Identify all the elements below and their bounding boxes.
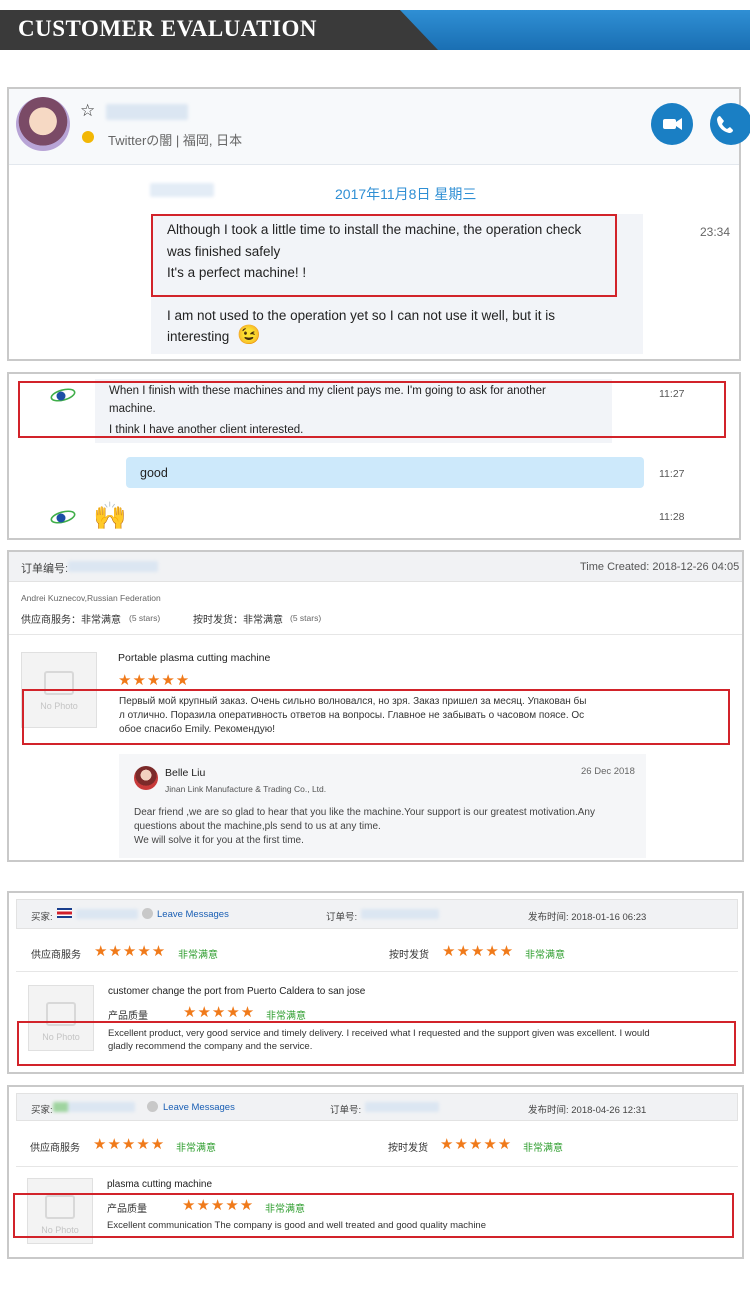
published-time: 发布时间: 2018-04-26 12:31 — [528, 1105, 647, 1116]
message-line: Although I took a little time to install… — [167, 222, 582, 237]
page-title: CUSTOMER EVALUATION — [18, 16, 317, 41]
review-comment-line: Первый мой крупный заказ. Очень сильно в… — [119, 696, 587, 707]
message-line: I am not used to the operation yet so I … — [167, 308, 555, 323]
delivery-star-count: (5 stars) — [290, 613, 322, 623]
message-time: 11:28 — [659, 511, 685, 523]
status-dot-icon — [82, 131, 94, 143]
message-line: When I finish with these machines and my… — [109, 385, 546, 397]
buyer-label: 买家: — [31, 912, 53, 923]
star-icon[interactable]: ☆ — [80, 101, 95, 121]
divider — [16, 971, 738, 972]
country-flag-icon — [57, 908, 72, 918]
quality-rating-text: 非常满意 — [265, 1204, 305, 1215]
wink-emoji-icon: 😉 — [237, 325, 261, 346]
supplier-service-label: 供应商服务 — [30, 1143, 80, 1154]
delivery-rating-stars: ★★★★★ — [440, 1136, 513, 1153]
published-time: 发布时间: 2018-01-16 06:23 — [528, 912, 647, 923]
divider — [9, 634, 742, 635]
company-logo-icon — [50, 508, 76, 526]
message-line: I think I have another client interested… — [109, 424, 304, 436]
user-name-blurred — [106, 104, 188, 120]
user-location: Twitterの闇 | 福岡, 日本 — [108, 133, 243, 148]
product-name[interactable]: Portable plasma cutting machine — [118, 652, 270, 664]
review-comment-line: л отлично. Поразила оперативность ответо… — [119, 710, 585, 721]
order-number-label: 订单号: — [326, 912, 358, 923]
quality-rating-text: 非常满意 — [266, 1011, 306, 1022]
leave-messages-link[interactable]: Leave Messages — [163, 1102, 235, 1113]
chat2-bubble-outgoing — [126, 457, 644, 488]
order-number-blurred[interactable] — [68, 561, 158, 572]
buyer-label: 买家: — [31, 1105, 53, 1116]
supplier-rating-stars: ★★★★★ — [93, 1136, 166, 1153]
reply-line: Dear friend ,we are so glad to hear that… — [134, 807, 595, 818]
reply-line: questions about the machine,pls send to … — [134, 821, 381, 832]
reply-author-name: Belle Liu — [165, 767, 206, 779]
message-time: 11:27 — [659, 388, 685, 400]
delivery-rating-text: 非常满意 — [525, 950, 565, 961]
order-number-blurred[interactable] — [365, 1102, 439, 1112]
review-comment: Excellent communication The company is g… — [107, 1220, 486, 1231]
chat1-header-bar — [9, 89, 739, 165]
quality-label: 产品质量 — [107, 1204, 147, 1215]
supplier-rating-stars: ★★★★★ — [94, 943, 167, 960]
time-created: Time Created: 2018-12-26 04:05 — [580, 561, 740, 573]
reply-company: Jinan Link Manufacture & Trading Co., Lt… — [165, 784, 327, 794]
video-call-button[interactable] — [651, 103, 693, 145]
supplier-service-rating: 供应商服务：非常满意 — [21, 615, 121, 626]
supplier-service-label: 供应商服务 — [31, 950, 81, 961]
reply-date: 26 Dec 2018 — [581, 766, 635, 777]
divider — [16, 1166, 738, 1167]
avatar[interactable] — [16, 97, 70, 151]
reply-line: We will solve it for you at the first ti… — [134, 835, 304, 846]
delivery-label: 按时发货 — [389, 950, 429, 961]
phone-call-button[interactable] — [710, 103, 750, 145]
product-name[interactable]: customer change the port from Puerto Cal… — [108, 986, 365, 997]
supplier-rating-text: 非常满意 — [176, 1143, 216, 1154]
quality-rating-stars: ★★★★★ — [182, 1197, 255, 1214]
video-camera-icon — [663, 118, 682, 130]
message-line: It's a perfect machine! ! — [167, 265, 307, 280]
message-icon[interactable] — [147, 1101, 158, 1112]
message-line: interesting — [167, 329, 230, 344]
order-number-blurred[interactable] — [361, 909, 439, 919]
reply-message: good — [140, 466, 168, 480]
raised-hands-emoji-icon: 🙌 — [93, 501, 127, 531]
buyer-name-blurred — [76, 909, 138, 919]
order-number-label: 订单编号: — [21, 563, 69, 575]
delivery-rating-text: 非常满意 — [523, 1143, 563, 1154]
company-logo-icon — [50, 386, 76, 404]
message-icon[interactable] — [142, 908, 153, 919]
review-comment-line: Excellent product, very good service and… — [108, 1028, 650, 1039]
message-time: 23:34 — [700, 225, 731, 239]
chat-date: 2017年11月8日 星期三 — [335, 186, 477, 202]
quality-label: 产品质量 — [108, 1011, 148, 1022]
quality-rating-stars: ★★★★★ — [183, 1004, 256, 1021]
review-comment-line: gladly recommend the company and the ser… — [108, 1041, 313, 1052]
phone-icon — [717, 116, 733, 133]
leave-messages-link[interactable]: Leave Messages — [157, 909, 229, 920]
reply-avatar — [134, 766, 158, 790]
product-name[interactable]: plasma cutting machine — [107, 1179, 212, 1190]
review-comment-line: обое спасибо Emily. Рекомендую! — [119, 724, 275, 735]
rating-stars: ★★★★★ — [118, 672, 191, 689]
delivery-rating: 按时发货：非常满意 — [193, 615, 283, 626]
message-line: was finished safely — [167, 244, 281, 259]
buyer-name: Andrei Kuznecov,Russian Federation — [21, 593, 161, 603]
supplier-star-count: (5 stars) — [129, 613, 161, 623]
sender-name-blurred — [150, 183, 214, 197]
message-line: machine. — [109, 403, 156, 415]
message-time: 11:27 — [659, 468, 685, 480]
buyer-name-blurred — [53, 1102, 135, 1112]
order-number-label: 订单号: — [330, 1105, 362, 1116]
delivery-rating-stars: ★★★★★ — [442, 943, 515, 960]
delivery-label: 按时发货 — [388, 1143, 428, 1154]
supplier-rating-text: 非常满意 — [178, 950, 218, 961]
